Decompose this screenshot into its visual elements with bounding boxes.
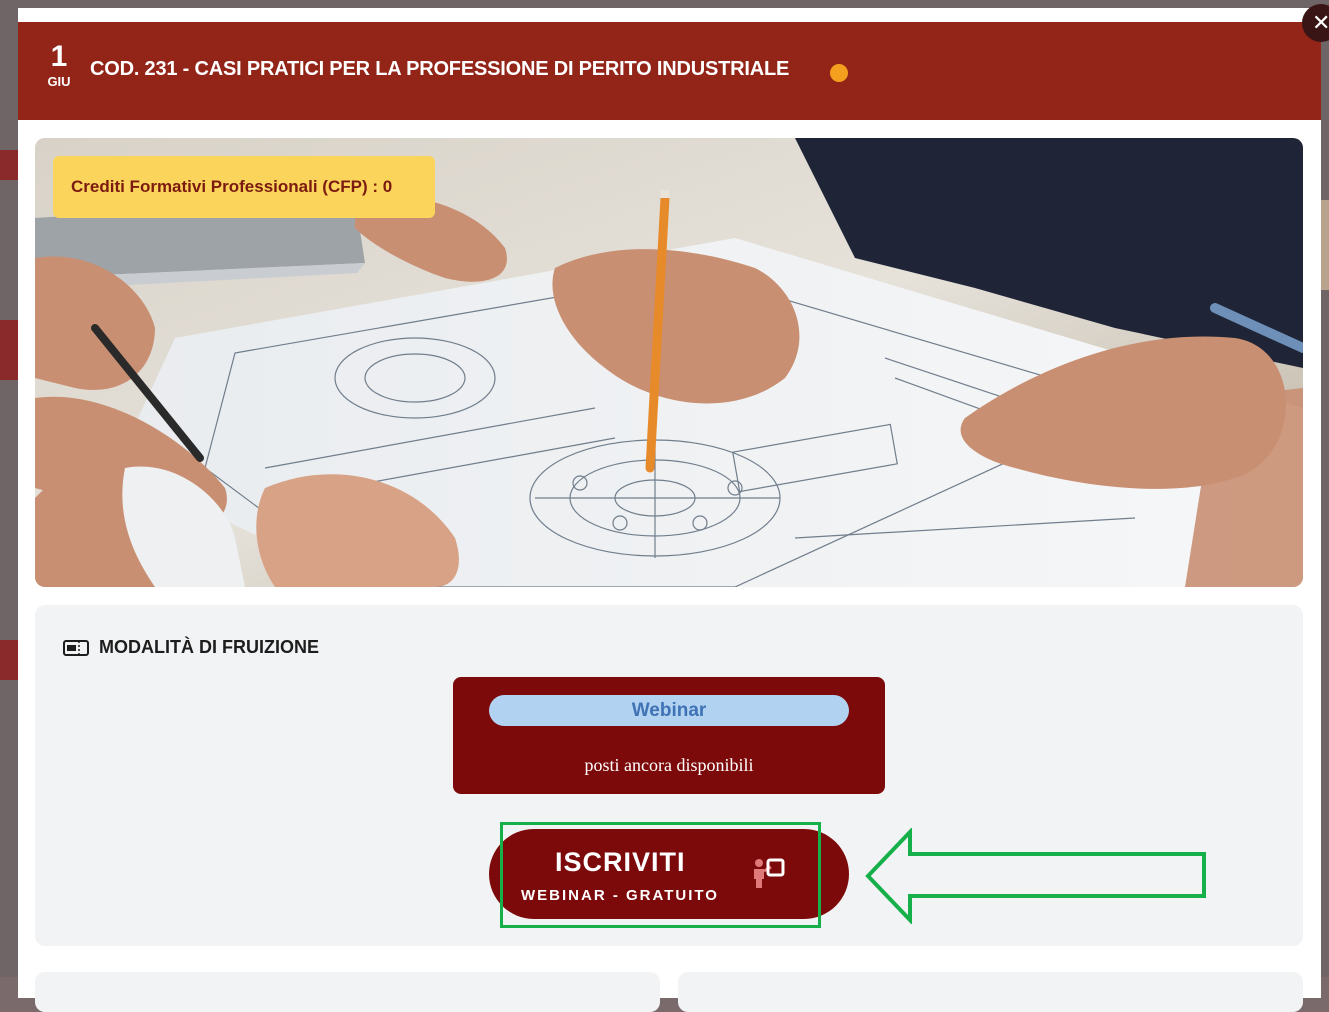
cfp-badge: Crediti Formativi Professionali (CFP) : … xyxy=(53,156,435,218)
event-date: 1 GIU xyxy=(42,40,76,90)
ticket-icon xyxy=(63,639,89,656)
modal-header: 1 GIU COD. 231 - CASI PRATICI PER LA PRO… xyxy=(18,22,1321,120)
background-strip xyxy=(0,320,18,380)
event-day: 1 xyxy=(50,40,68,73)
close-icon: ✕ xyxy=(1312,10,1329,36)
info-card xyxy=(678,972,1303,1012)
background-strip xyxy=(0,640,18,680)
status-indicator-icon xyxy=(830,64,848,82)
availability-text: posti ancora disponibili xyxy=(584,755,754,775)
highlight-box xyxy=(500,822,821,928)
background-strip xyxy=(0,150,18,180)
info-card xyxy=(35,972,660,1012)
hero-image: Crediti Formativi Professionali (CFP) : … xyxy=(35,138,1303,587)
webinar-option-card[interactable]: Webinar posti ancora disponibili xyxy=(453,677,885,794)
left-arrow-icon xyxy=(865,828,1206,924)
fruizione-header: MODALITÀ DI FRUIZIONE xyxy=(63,637,319,658)
webinar-mode-label: Webinar xyxy=(489,695,849,726)
event-title: COD. 231 - CASI PRATICI PER LA PROFESSIO… xyxy=(90,58,790,80)
fruizione-title: MODALITÀ DI FRUIZIONE xyxy=(99,637,319,657)
event-month: GIU xyxy=(47,74,71,89)
